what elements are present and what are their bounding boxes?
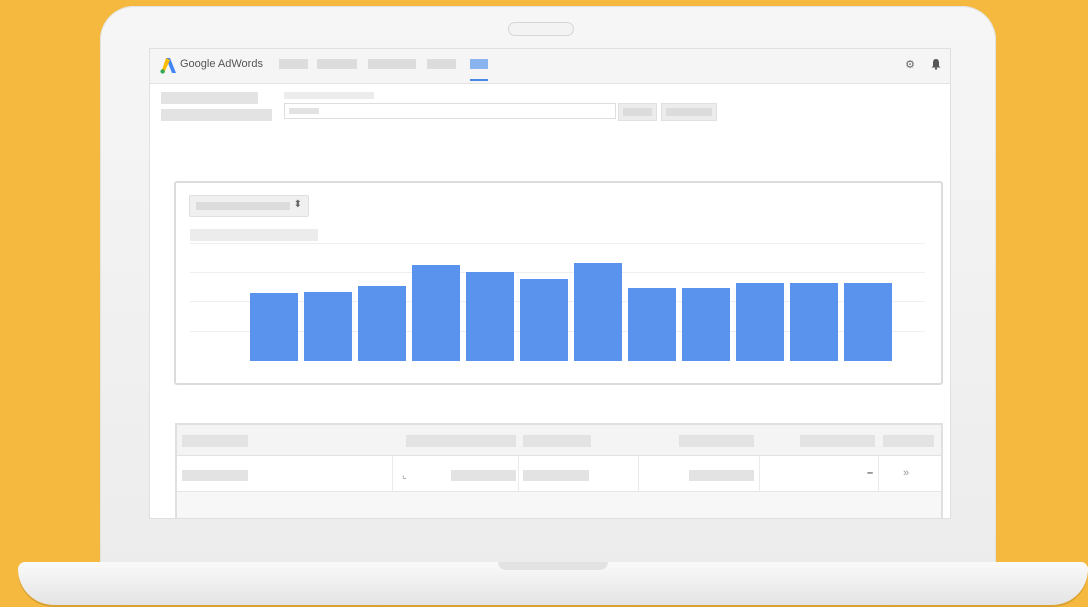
account-id-placeholder xyxy=(161,109,272,121)
chart-bar-7[interactable] xyxy=(574,263,622,361)
chart-bar-3[interactable] xyxy=(358,286,406,361)
table-cell xyxy=(451,470,516,481)
search-label-placeholder xyxy=(284,92,374,99)
nav-tab-4[interactable] xyxy=(427,59,456,69)
app-screen: Google AdWords ⚙ ⬍ ⌞ – » xyxy=(150,49,950,518)
bell-icon[interactable] xyxy=(929,58,943,72)
apply-button[interactable] xyxy=(618,103,657,121)
chart-bar-5[interactable] xyxy=(466,272,514,361)
table-footer xyxy=(177,492,941,518)
gridline xyxy=(190,272,925,273)
performance-chart-card: ⬍ xyxy=(174,181,943,385)
reset-button[interactable] xyxy=(661,103,717,121)
table-cell xyxy=(689,470,754,481)
campaign-table: ⌞ – » xyxy=(175,423,943,518)
nav-tab-1[interactable] xyxy=(279,59,308,69)
nav-tab-active[interactable] xyxy=(470,59,488,69)
chart-bar-10[interactable] xyxy=(736,283,784,361)
table-cell xyxy=(523,470,589,481)
chart-bar-9[interactable] xyxy=(682,288,730,361)
chart-bar-8[interactable] xyxy=(628,288,676,361)
chart-bar-12[interactable] xyxy=(844,283,892,361)
app-title: Google AdWords xyxy=(180,58,263,70)
chevron-updown-icon: ⬍ xyxy=(293,199,302,210)
search-input[interactable] xyxy=(284,103,616,119)
chevron-double-right-icon[interactable]: » xyxy=(903,467,909,479)
empty-value: – xyxy=(867,467,874,479)
gridline xyxy=(190,243,925,244)
adwords-logo-icon[interactable] xyxy=(160,57,177,74)
nav-tab-2[interactable] xyxy=(317,59,357,69)
account-name-placeholder xyxy=(161,92,258,104)
metric-dropdown[interactable]: ⬍ xyxy=(189,195,309,217)
column-header[interactable] xyxy=(523,435,591,447)
table-header xyxy=(177,425,941,456)
camera-notch xyxy=(508,22,574,36)
base-notch xyxy=(498,562,608,570)
nav-tab-3[interactable] xyxy=(368,59,416,69)
chart-bar-2[interactable] xyxy=(304,292,352,361)
gear-icon[interactable]: ⚙ xyxy=(903,58,917,72)
chart-title-placeholder xyxy=(190,229,318,241)
line-chart-icon[interactable]: ⌞ xyxy=(402,470,407,481)
column-header[interactable] xyxy=(679,435,754,447)
chart-bar-11[interactable] xyxy=(790,283,838,361)
active-tab-indicator xyxy=(470,79,488,81)
chart-bar-4[interactable] xyxy=(412,265,460,361)
column-header[interactable] xyxy=(406,435,516,447)
table-cell xyxy=(182,470,248,481)
column-header[interactable] xyxy=(800,435,875,447)
chart-bar-1[interactable] xyxy=(250,293,298,361)
column-header[interactable] xyxy=(883,435,934,447)
laptop-base xyxy=(18,562,1088,605)
column-header[interactable] xyxy=(182,435,248,447)
top-bar: Google AdWords ⚙ xyxy=(150,49,950,84)
chart-bar-6[interactable] xyxy=(520,279,568,361)
